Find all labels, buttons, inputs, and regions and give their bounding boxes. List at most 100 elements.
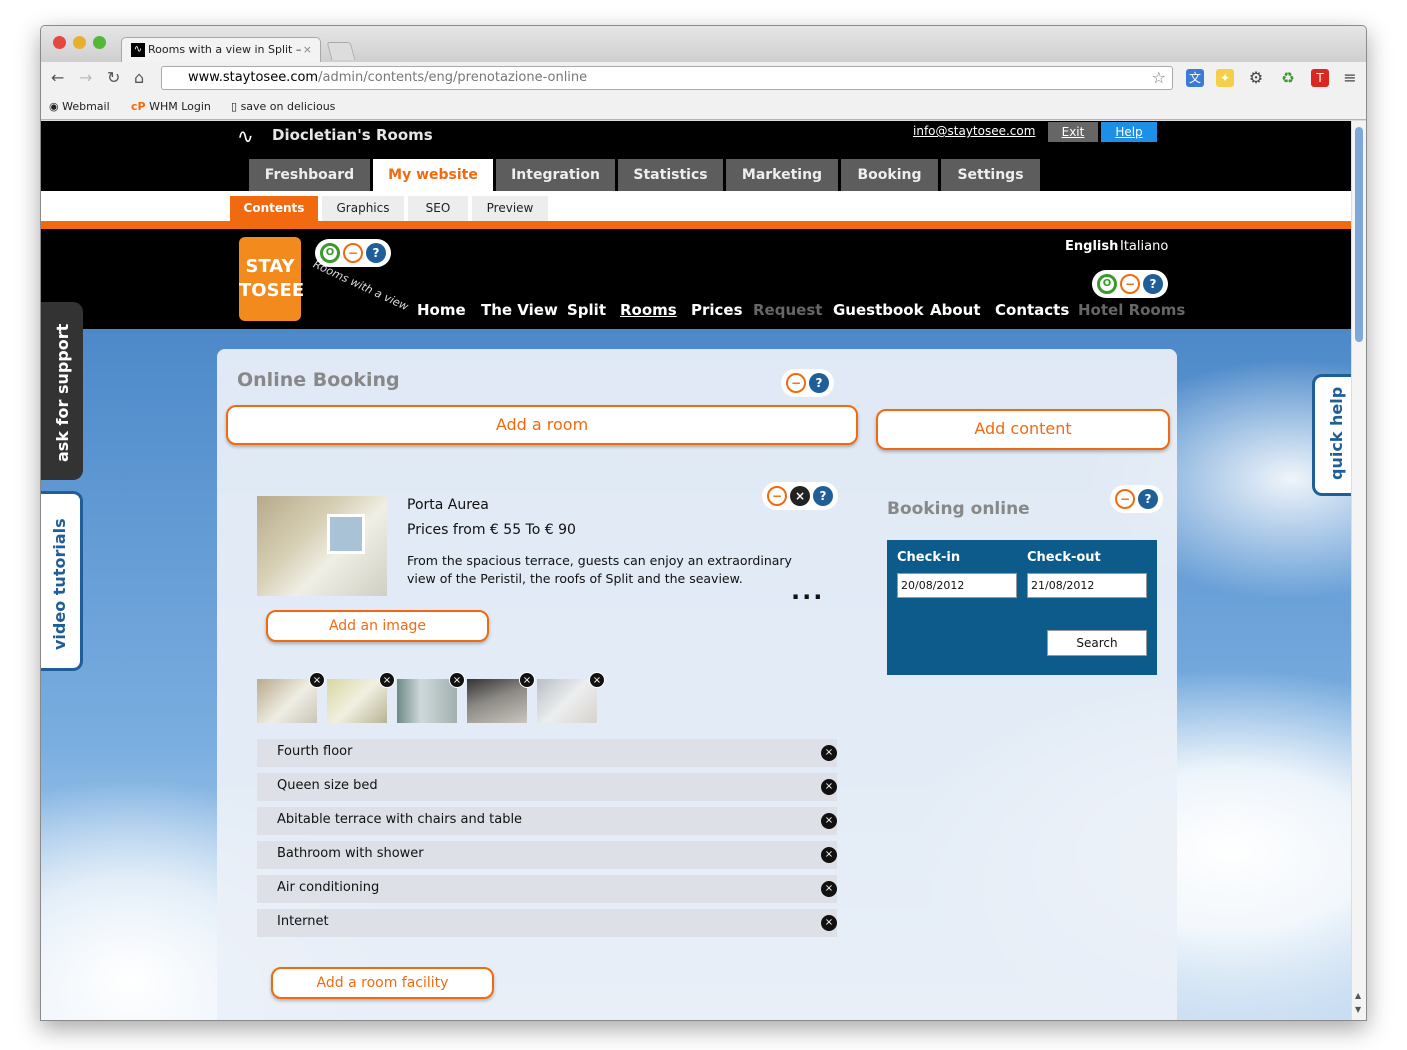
- checkin-input[interactable]: 20/08/2012: [897, 573, 1017, 598]
- menu-icon[interactable]: ≡: [1341, 69, 1359, 87]
- add-room-button[interactable]: Add a room: [226, 405, 858, 445]
- help-icon[interactable]: ?: [813, 486, 833, 506]
- delete-icon[interactable]: ×: [309, 672, 325, 688]
- nav-request[interactable]: Request: [753, 301, 822, 319]
- subtab-preview[interactable]: Preview: [472, 196, 548, 221]
- delete-icon[interactable]: ×: [449, 672, 465, 688]
- bookmark-star-icon[interactable]: ☆: [1152, 68, 1166, 87]
- thumbnail[interactable]: ×: [537, 672, 605, 723]
- delete-icon[interactable]: ×: [821, 813, 837, 829]
- delete-icon[interactable]: ×: [519, 672, 535, 688]
- reload-icon[interactable]: ↻: [107, 68, 120, 87]
- nav-rooms[interactable]: Rooms: [620, 301, 677, 319]
- scrollbar-thumb[interactable]: [1355, 127, 1363, 342]
- nav-prices[interactable]: Prices: [691, 301, 743, 319]
- settings-gear-icon[interactable]: ⚙: [1247, 69, 1265, 87]
- forward-arrow-icon[interactable]: →: [79, 68, 92, 87]
- sub-tab-bar: Contents Graphics SEO Preview: [41, 191, 1353, 221]
- bookmark-delicious[interactable]: ▯ save on delicious: [231, 100, 335, 113]
- thumbnail[interactable]: ×: [327, 672, 395, 723]
- delete-icon[interactable]: ×: [821, 847, 837, 863]
- remove-icon[interactable]: −: [1120, 274, 1140, 294]
- facility-label: Bathroom with shower: [277, 846, 424, 861]
- facility-label: Abitable terrace with chairs and table: [277, 812, 523, 827]
- bookmark-whm[interactable]: cP WHM Login: [131, 100, 211, 113]
- zoom-window-icon[interactable]: [93, 36, 106, 49]
- delete-icon[interactable]: ×: [821, 745, 837, 761]
- nav-guestbook[interactable]: Guestbook: [833, 301, 924, 319]
- tab-settings[interactable]: Settings: [941, 159, 1040, 191]
- add-image-button[interactable]: Add an image: [266, 610, 489, 642]
- enable-icon[interactable]: O: [320, 243, 340, 263]
- enable-icon[interactable]: O: [1097, 274, 1117, 294]
- exit-button[interactable]: Exit: [1048, 122, 1098, 142]
- tab-marketing[interactable]: Marketing: [726, 159, 838, 191]
- facility-list: Fourth floor × Queen size bed × Abitable t…: [257, 739, 837, 943]
- title-controls: − ?: [781, 369, 834, 397]
- add-room-facility-button[interactable]: Add a room facility: [271, 967, 494, 999]
- help-icon[interactable]: ?: [1138, 489, 1158, 509]
- more-dots[interactable]: ...: [791, 577, 824, 605]
- remove-icon[interactable]: −: [343, 243, 363, 263]
- remove-icon[interactable]: −: [1115, 489, 1135, 509]
- subtab-graphics[interactable]: Graphics: [322, 196, 404, 221]
- room-photo[interactable]: [257, 496, 387, 596]
- tab-statistics[interactable]: Statistics: [618, 159, 723, 191]
- red-extension-icon[interactable]: T: [1311, 69, 1329, 87]
- tab-my-website[interactable]: My website: [373, 159, 493, 191]
- quick-help-tab[interactable]: quick help: [1312, 374, 1353, 496]
- video-tutorials-tab[interactable]: video tutorials: [41, 491, 83, 671]
- subtab-seo[interactable]: SEO: [408, 196, 468, 221]
- thumbnail[interactable]: ×: [257, 672, 325, 723]
- subtab-contents[interactable]: Contents: [230, 196, 318, 221]
- thumbnail[interactable]: ×: [467, 672, 535, 723]
- scroll-down-icon[interactable]: ▼: [1355, 1005, 1361, 1014]
- back-arrow-icon[interactable]: ←: [51, 68, 64, 87]
- ask-for-support-tab[interactable]: ask for support: [41, 302, 83, 480]
- remove-icon[interactable]: −: [786, 373, 806, 393]
- nav-contacts[interactable]: Contacts: [995, 301, 1069, 319]
- page-scrollbar[interactable]: ▲ ▼: [1351, 121, 1366, 1020]
- minimize-window-icon[interactable]: [73, 36, 86, 49]
- thumbnail[interactable]: ×: [397, 672, 465, 723]
- help-icon[interactable]: ?: [366, 243, 386, 263]
- add-content-button[interactable]: Add content: [876, 409, 1170, 450]
- delete-icon[interactable]: ×: [589, 672, 605, 688]
- tab-close-icon[interactable]: ×: [303, 43, 312, 56]
- translate-extension-icon[interactable]: 文: [1186, 69, 1204, 87]
- room-description: From the spacious terrace, guests can en…: [407, 553, 792, 586]
- extension-icon[interactable]: ✦: [1216, 69, 1234, 87]
- lang-italiano[interactable]: Italiano: [1120, 239, 1168, 254]
- lang-english[interactable]: English: [1065, 239, 1118, 254]
- home-icon[interactable]: ⌂: [134, 68, 144, 87]
- address-bar[interactable]: www.staytosee.com/admin/contents/eng/pre…: [161, 66, 1173, 90]
- remove-icon[interactable]: −: [767, 486, 787, 506]
- nav-about[interactable]: About: [930, 301, 981, 319]
- tab-booking[interactable]: Booking: [841, 159, 938, 191]
- close-window-icon[interactable]: [53, 36, 66, 49]
- nav-split[interactable]: Split: [567, 301, 606, 319]
- nav-the-view[interactable]: The View: [481, 301, 558, 319]
- tab-freshboard[interactable]: Freshboard: [249, 159, 370, 191]
- nav-home[interactable]: Home: [417, 301, 466, 319]
- help-icon[interactable]: ?: [1143, 274, 1163, 294]
- checkout-input[interactable]: 21/08/2012: [1027, 573, 1147, 598]
- search-button[interactable]: Search: [1047, 630, 1147, 656]
- admin-email-link[interactable]: info@staytosee.com: [913, 124, 1035, 138]
- delete-icon[interactable]: ×: [821, 779, 837, 795]
- browser-tab[interactable]: ∿ Rooms with a view in Split – ×: [121, 37, 321, 62]
- delete-icon[interactable]: ×: [821, 915, 837, 931]
- new-tab-button[interactable]: [326, 42, 356, 60]
- delete-icon[interactable]: ×: [821, 881, 837, 897]
- delete-icon[interactable]: ×: [379, 672, 395, 688]
- nav-hotel-rooms[interactable]: Hotel Rooms: [1078, 301, 1185, 319]
- booking-controls: − ?: [1110, 485, 1163, 513]
- bookmark-webmail[interactable]: ◉ Webmail: [49, 100, 110, 113]
- help-icon[interactable]: ?: [809, 373, 829, 393]
- green-extension-icon[interactable]: ♻: [1279, 69, 1297, 87]
- help-button[interactable]: Help: [1101, 122, 1157, 142]
- delete-icon[interactable]: ×: [790, 486, 810, 506]
- staytosee-logo[interactable]: STAY TOSEE: [239, 237, 304, 321]
- tab-integration[interactable]: Integration: [496, 159, 615, 191]
- scroll-up-icon[interactable]: ▲: [1355, 991, 1361, 1000]
